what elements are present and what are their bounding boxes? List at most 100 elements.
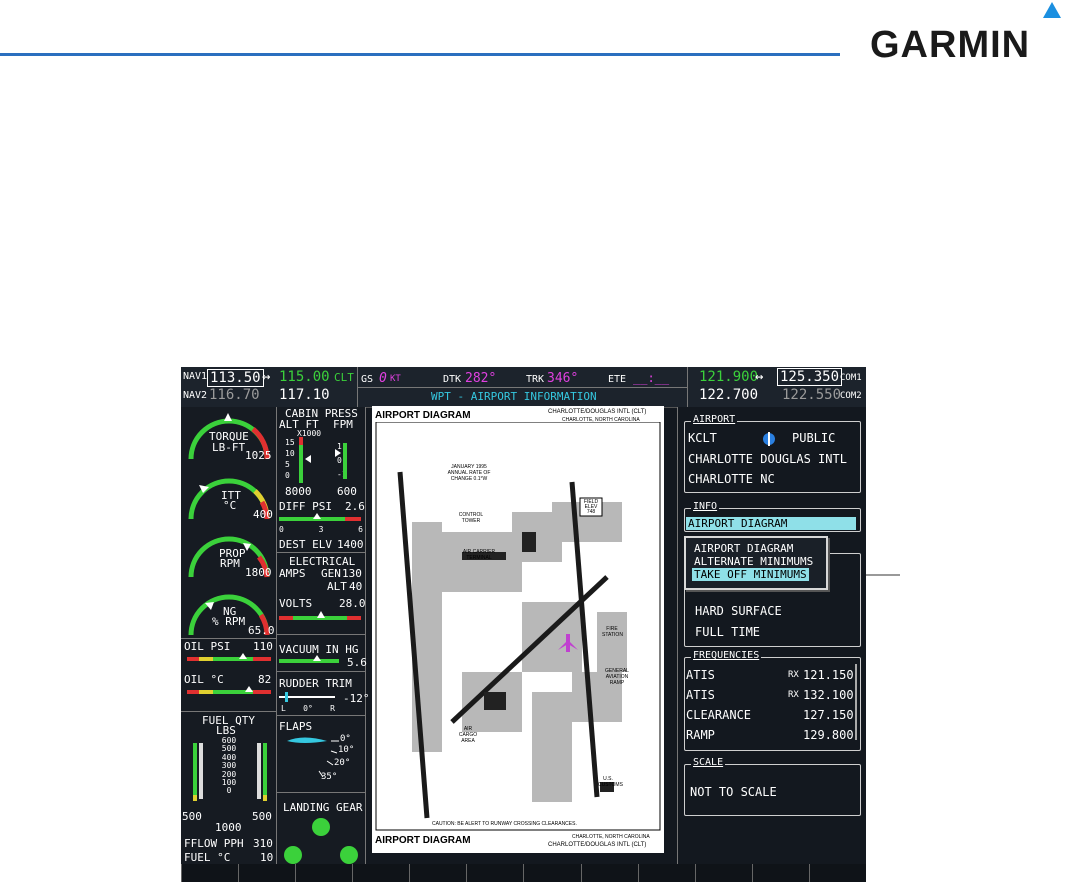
softkey-10[interactable] xyxy=(694,864,752,882)
alt-scale-label: 5 xyxy=(285,460,290,469)
divider xyxy=(181,638,276,639)
nav1-swap-icon[interactable]: ↔ xyxy=(262,369,270,385)
ng-value: 65.0 xyxy=(248,624,275,637)
diff-scale-label: 3 xyxy=(318,525,324,534)
volts-value: 28.0 xyxy=(339,597,366,610)
prop-unit: RPM xyxy=(220,557,240,570)
softkey-3[interactable] xyxy=(295,864,353,882)
frequencies-box-title: FREQUENCIES xyxy=(691,650,762,661)
freq-scrollbar[interactable] xyxy=(855,664,857,740)
info-box-title: INFO xyxy=(691,501,720,512)
softkey-1[interactable] xyxy=(181,864,239,882)
softkey-5[interactable] xyxy=(409,864,467,882)
nav1-standby[interactable]: 115.00 xyxy=(279,369,330,385)
airport-id[interactable]: KCLT xyxy=(688,431,717,445)
nose-gear-light xyxy=(312,818,330,836)
rudder-scale: L 0° R xyxy=(281,704,335,713)
divider xyxy=(277,715,365,716)
terminal-label: AIR CARRIER TERMINAL xyxy=(462,549,496,561)
freq-value[interactable]: 132.100 xyxy=(803,688,854,702)
left-gear-light xyxy=(284,846,302,864)
nav1-active[interactable]: 113.50 xyxy=(207,369,264,387)
customs-label: U.S. CUSTOMS xyxy=(598,776,623,788)
chart-city-top: CHARLOTTE/DOUGLAS INTL (CLT) xyxy=(548,409,647,415)
ga-ramp-label: GENERAL AVIATION RAMP xyxy=(605,668,629,686)
control-tower-label: CONTROL TOWER xyxy=(458,512,484,524)
softkey-bar xyxy=(181,864,866,882)
freq-name: RAMP xyxy=(686,728,715,742)
cargo-label: AIR CARGO AREA xyxy=(458,726,478,744)
torque-value: 1025 xyxy=(245,449,272,462)
softkey-2[interactable] xyxy=(238,864,296,882)
fuel-temp-value: 10 xyxy=(260,851,274,864)
divider xyxy=(357,387,687,388)
info-popup-menu[interactable]: AIRPORT DIAGRAM ALTERNATE MINIMUMS TAKE … xyxy=(684,536,828,590)
freq-name: ATIS xyxy=(686,668,715,682)
prop-value: 1800 xyxy=(245,566,272,579)
flaps-scale-label: 35° xyxy=(321,772,338,782)
softkey-7[interactable] xyxy=(523,864,581,882)
rudder-trim-label: RUDDER TRIM xyxy=(279,677,352,690)
softkey-8[interactable] xyxy=(580,864,638,882)
nav1-row: NAV1 xyxy=(183,371,207,382)
alt-label: ALT xyxy=(327,580,347,593)
volts-bar xyxy=(279,611,361,620)
freq-value[interactable]: 127.150 xyxy=(803,708,854,722)
nav2-active[interactable]: 116.70 xyxy=(209,387,260,403)
softkey-9[interactable] xyxy=(637,864,695,882)
alt-value: 40 xyxy=(349,580,363,593)
airport-city: CHARLOTTE NC xyxy=(688,472,775,486)
menu-item-takeoff-minimums[interactable]: TAKE OFF MINIMUMS xyxy=(692,568,809,581)
diff-psi-label: DIFF PSI xyxy=(279,500,332,513)
gs-unit: KT xyxy=(390,374,401,384)
com1-swap-icon[interactable]: ↔ xyxy=(755,369,763,385)
scale-box: SCALE NOT TO SCALE xyxy=(684,757,861,816)
com1-active[interactable]: 121.900 xyxy=(699,369,758,385)
alt-scale: 15 10 5 0 xyxy=(285,437,295,481)
divider xyxy=(277,671,365,672)
softkey-4[interactable] xyxy=(352,864,410,882)
cabin-fpm-label: FPM xyxy=(333,418,353,431)
ete-label: ETE xyxy=(608,374,627,385)
com2-label: COM2 xyxy=(840,391,862,401)
scale-value: NOT TO SCALE xyxy=(690,785,777,799)
nav2-standby[interactable]: 117.10 xyxy=(279,387,330,403)
gen-value: 130 xyxy=(342,567,362,580)
softkey-11[interactable] xyxy=(751,864,809,882)
cabin-fpm-value: 600 xyxy=(337,485,357,498)
rudder-trim-bar xyxy=(279,692,335,702)
caution-note: CAUTION: BE ALERT TO RUNWAY CROSSING CLE… xyxy=(432,821,577,827)
menu-item-alternate-minimums[interactable]: ALTERNATE MINIMUMS xyxy=(694,555,813,568)
garmin-triangle-icon xyxy=(1043,2,1061,18)
airport-box-title: AIRPORT xyxy=(691,414,738,425)
menu-item-airport-diagram[interactable]: AIRPORT DIAGRAM xyxy=(694,542,793,555)
com2-standby[interactable]: 122.550 xyxy=(782,387,841,403)
flaps-scale-label: 0° xyxy=(340,734,351,744)
diff-scale: 0 3 6 xyxy=(279,525,363,534)
vacuum-bar xyxy=(279,655,339,663)
airport-name: CHARLOTTE DOUGLAS INTL xyxy=(688,452,847,466)
rudder-scale-label: R xyxy=(330,704,335,713)
info-box: INFO AIRPORT DIAGRAM xyxy=(684,501,861,532)
oil-temp-bar xyxy=(187,686,271,694)
itt-value: 400 xyxy=(253,508,273,521)
chart-sub-bottom: CHARLOTTE, NORTH CAROLINA xyxy=(572,834,650,840)
page-title: WPT - AIRPORT INFORMATION xyxy=(431,390,597,403)
info-detail-line: HARD SURFACE xyxy=(695,604,782,618)
divider xyxy=(277,634,365,635)
airport-diagram-chart[interactable]: AIRPORT DIAGRAM CHARLOTTE/DOUGLAS INTL (… xyxy=(372,406,664,853)
com1-label: COM1 xyxy=(840,373,862,383)
softkey-12[interactable] xyxy=(808,864,866,882)
oil-psi-label: OIL PSI xyxy=(184,640,231,653)
freq-value[interactable]: 121.150 xyxy=(803,668,854,682)
com2-active[interactable]: 122.700 xyxy=(699,387,758,403)
dtk-label: DTK xyxy=(443,374,462,385)
freq-value[interactable]: 129.800 xyxy=(803,728,854,742)
airport-type: PUBLIC xyxy=(792,431,836,445)
info-selection-field[interactable]: AIRPORT DIAGRAM xyxy=(686,517,856,530)
com1-standby[interactable]: 125.350 xyxy=(777,368,843,386)
fuel-scale: 600 500 400 300 200 100 0 xyxy=(219,736,239,796)
fuel-total-value: 1000 xyxy=(215,821,242,834)
softkey-6[interactable] xyxy=(466,864,524,882)
dest-elv-label: DEST ELV xyxy=(279,538,332,551)
